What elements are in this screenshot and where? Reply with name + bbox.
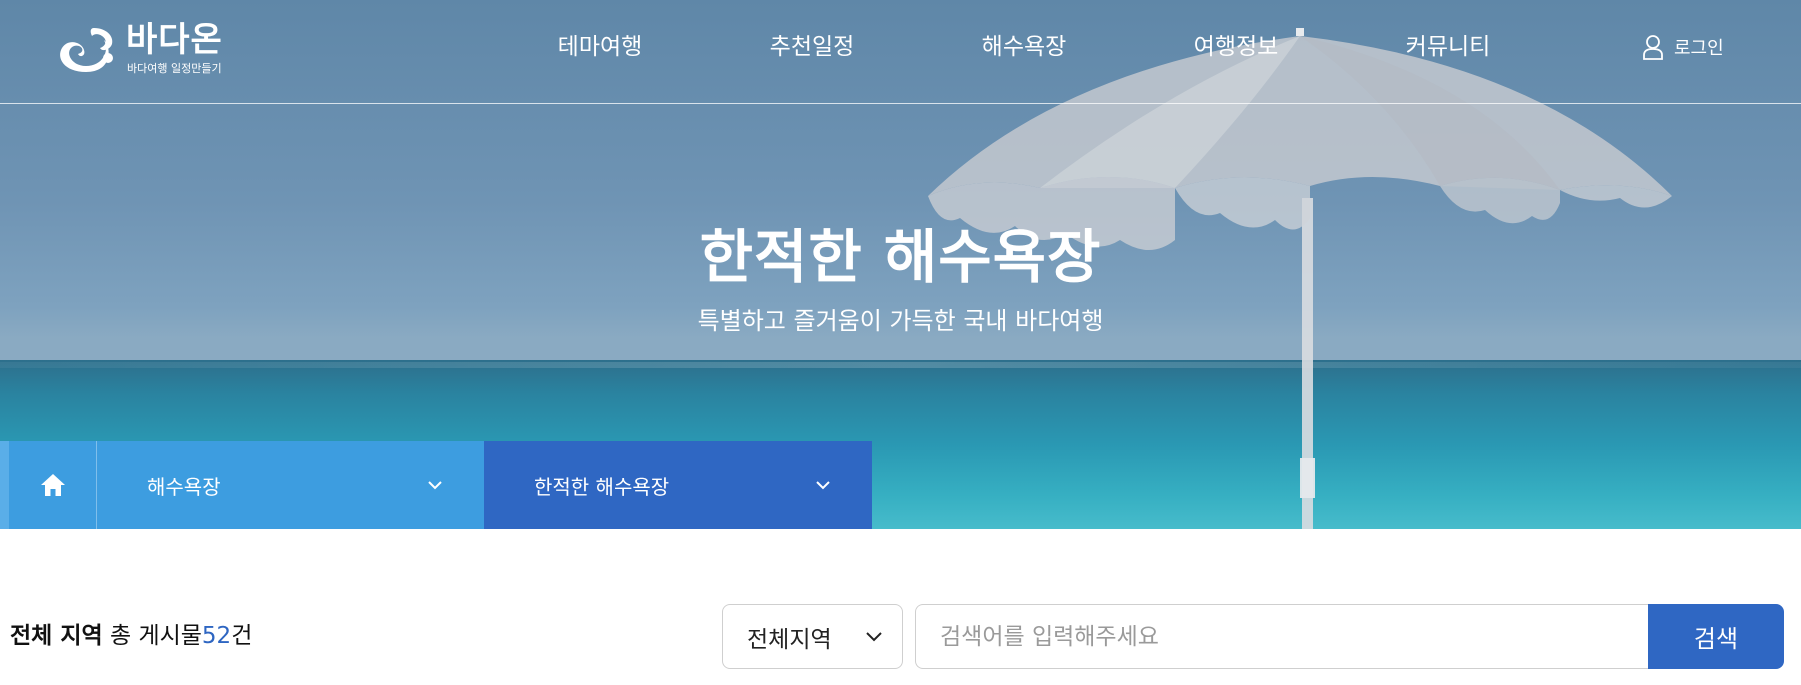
breadcrumb-level1-dropdown[interactable]: 해수욕장 (97, 441, 484, 529)
page-subtitle: 특별하고 즐거움이 가득한 국내 바다여행 (697, 307, 1104, 335)
breadcrumb: 해수욕장 한적한 해수욕장 (0, 441, 872, 529)
nav-item-beaches[interactable]: 해수욕장 (944, 30, 1104, 64)
home-icon (40, 474, 65, 496)
chevron-down-icon (866, 631, 882, 641)
nav-item-theme-travel[interactable]: 테마여행 (520, 30, 680, 64)
chevron-down-icon (816, 480, 830, 489)
region-label: 전체 지역 (10, 623, 103, 649)
post-count: 52 (201, 623, 232, 649)
user-icon (1643, 35, 1663, 60)
nav-item-travel-info[interactable]: 여행정보 (1156, 30, 1316, 64)
region-select[interactable]: 전체지역 (722, 604, 903, 669)
breadcrumb-level2-dropdown[interactable]: 한적한 해수욕장 (484, 441, 872, 529)
hero-banner: 바다온 바다여행 일정만들기 테마여행 추천일정 해수욕장 여행정보 커뮤니티 … (0, 0, 1801, 529)
nav-item-recommended-schedule[interactable]: 추천일정 (732, 30, 892, 64)
breadcrumb-level2-label: 한적한 해수욕장 (534, 474, 670, 499)
chevron-down-icon (428, 480, 442, 489)
total-prefix: 총 게시물 (109, 623, 202, 649)
breadcrumb-home-button[interactable] (0, 441, 97, 529)
nav-item-community[interactable]: 커뮤니티 (1368, 30, 1528, 64)
breadcrumb-level1-label: 해수욕장 (147, 474, 221, 499)
total-post-count: 전체 지역 총 게시물52건 (10, 620, 252, 652)
page-title: 한적한 해수욕장 (699, 223, 1102, 291)
search-input[interactable] (915, 604, 1649, 669)
login-link[interactable]: 로그인 (1642, 30, 1724, 64)
region-select-value: 전체지역 (747, 626, 832, 653)
search-button[interactable]: 검색 (1648, 604, 1784, 669)
main-nav: 테마여행 추천일정 해수욕장 여행정보 커뮤니티 (0, 30, 1801, 64)
site-header: 바다온 바다여행 일정만들기 테마여행 추천일정 해수욕장 여행정보 커뮤니티 … (0, 0, 1801, 104)
count-unit: 건 (231, 623, 253, 649)
login-label: 로그인 (1674, 38, 1724, 59)
